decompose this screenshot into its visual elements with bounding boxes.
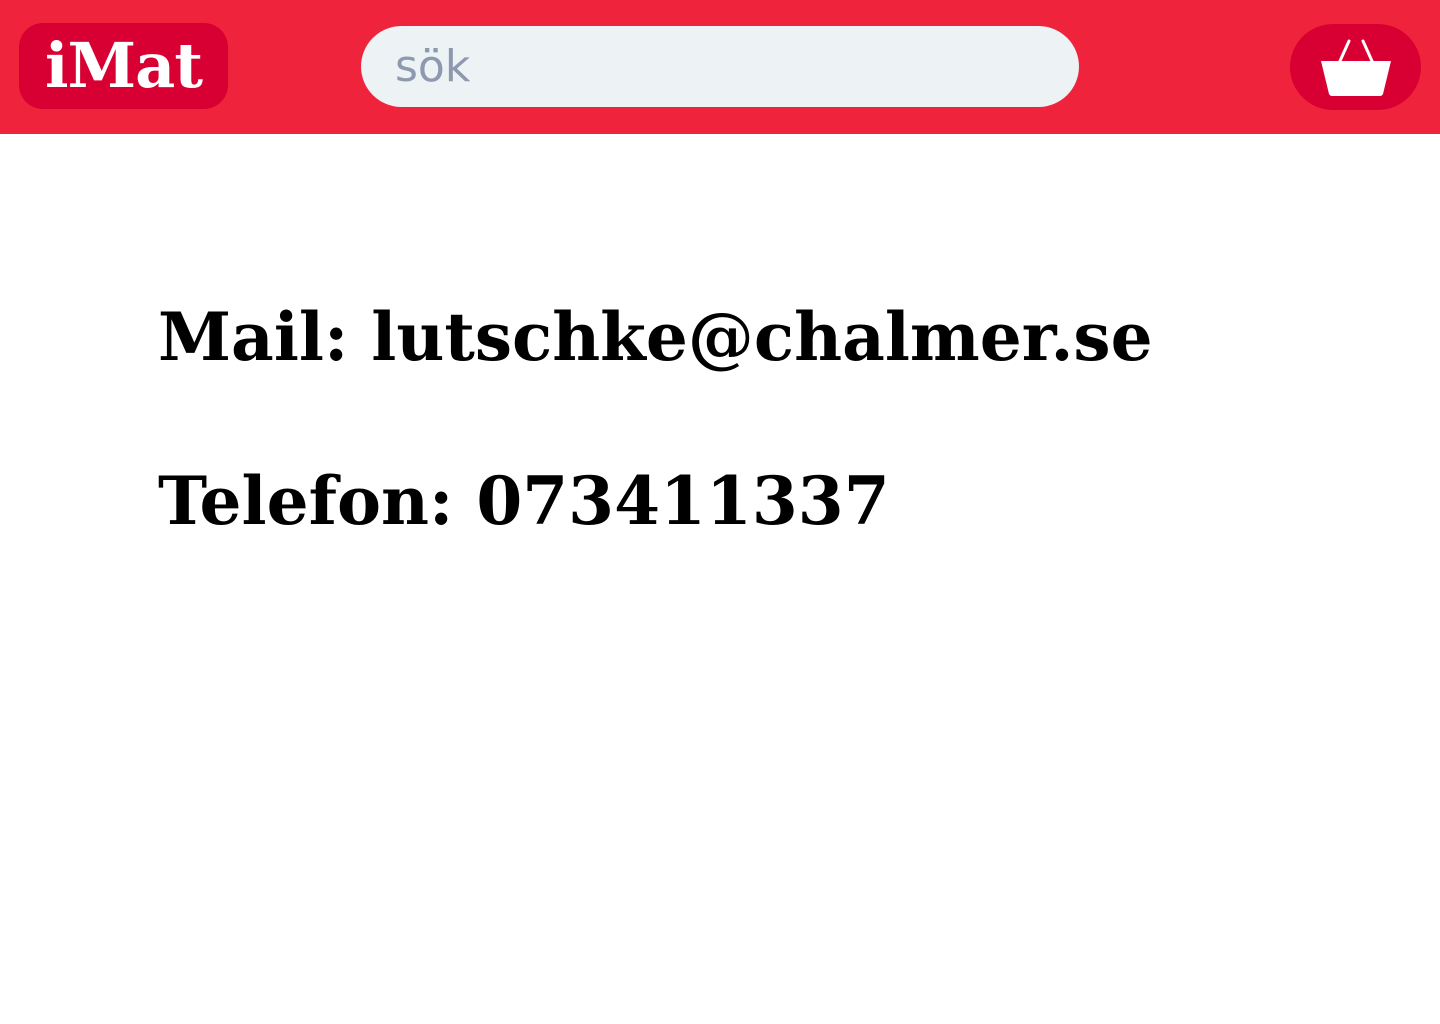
contact-phone: Telefon: 073411337 — [158, 462, 890, 540]
cart-button[interactable] — [1290, 24, 1421, 110]
basket-icon — [1320, 39, 1391, 96]
logo-text: iMat — [45, 29, 203, 102]
search-input[interactable] — [361, 26, 1079, 107]
contact-mail: Mail: lutschke@chalmer.se — [158, 298, 1153, 376]
imat-logo[interactable]: iMat — [19, 23, 228, 109]
top-header: iMat — [0, 0, 1440, 134]
